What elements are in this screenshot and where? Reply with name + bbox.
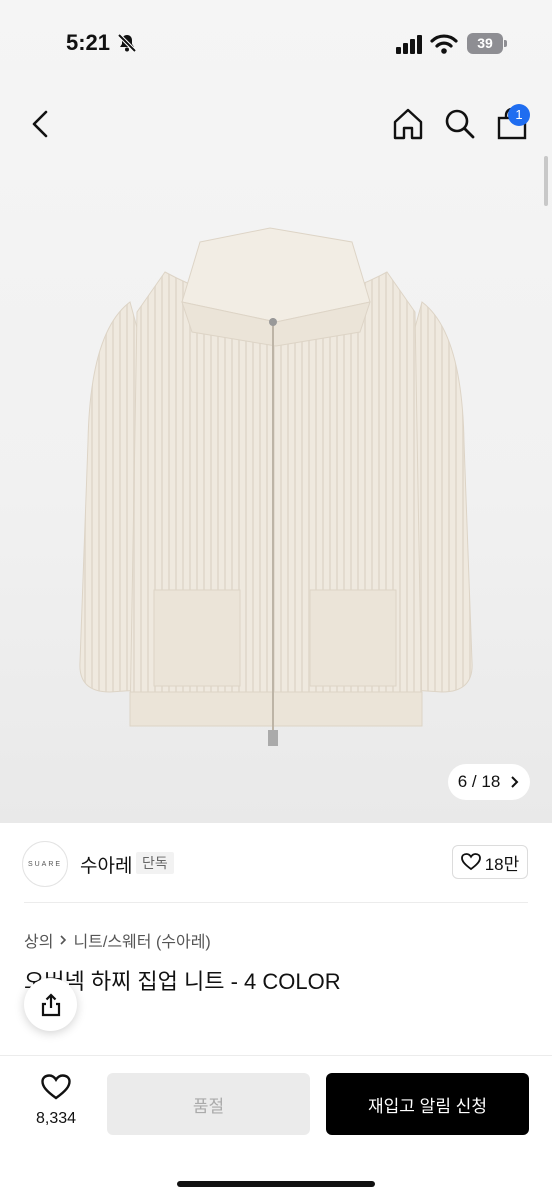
back-arrow-icon[interactable] (24, 106, 60, 142)
search-icon[interactable] (440, 104, 480, 144)
share-icon (41, 992, 60, 1016)
product-photo[interactable] (70, 222, 482, 762)
home-indicator[interactable] (177, 1181, 375, 1187)
scrollbar[interactable] (544, 156, 548, 206)
pager-count: 6 / 18 (457, 772, 501, 791)
wifi-icon (430, 34, 458, 54)
status-time: 5:21 (66, 30, 111, 55)
breadcrumb-category[interactable]: 상의 (24, 928, 53, 952)
breadcrumb: 상의 니트/스웨터 (수아레) (24, 928, 211, 952)
brand-name[interactable]: 수아레 (80, 851, 132, 878)
restock-alert-button[interactable]: 재입고 알림 신청 (326, 1073, 529, 1135)
heart-icon (460, 853, 481, 871)
bell-slash-icon (117, 33, 137, 53)
share-button[interactable] (24, 978, 77, 1031)
breadcrumb-subcategory[interactable]: 니트/스웨터 (수아레) (73, 928, 210, 952)
battery-indicator: 39 (467, 33, 503, 54)
brand-like-count: 18만 (484, 854, 520, 874)
brand-logo[interactable]: SUARE (22, 841, 68, 887)
wishlist-button[interactable]: 8,334 (24, 1074, 88, 1128)
divider (24, 902, 528, 903)
chevron-right-icon (60, 935, 67, 945)
exclusive-tag: 단독 (136, 852, 174, 874)
wishlist-count: 8,334 (35, 1110, 77, 1127)
heart-icon (41, 1074, 71, 1100)
cellular-signal-icon (396, 35, 422, 54)
chevron-right-icon (511, 776, 519, 788)
home-icon[interactable] (388, 104, 428, 144)
sold-out-button: 품절 (107, 1073, 310, 1135)
status-bar: 5:21 39 (0, 0, 552, 90)
brand-like-button[interactable]: 18만 (452, 845, 528, 879)
gallery-pager[interactable]: 6 / 18 (448, 764, 530, 800)
battery-tip (504, 40, 507, 47)
cart-count-badge: 1 (508, 104, 530, 126)
